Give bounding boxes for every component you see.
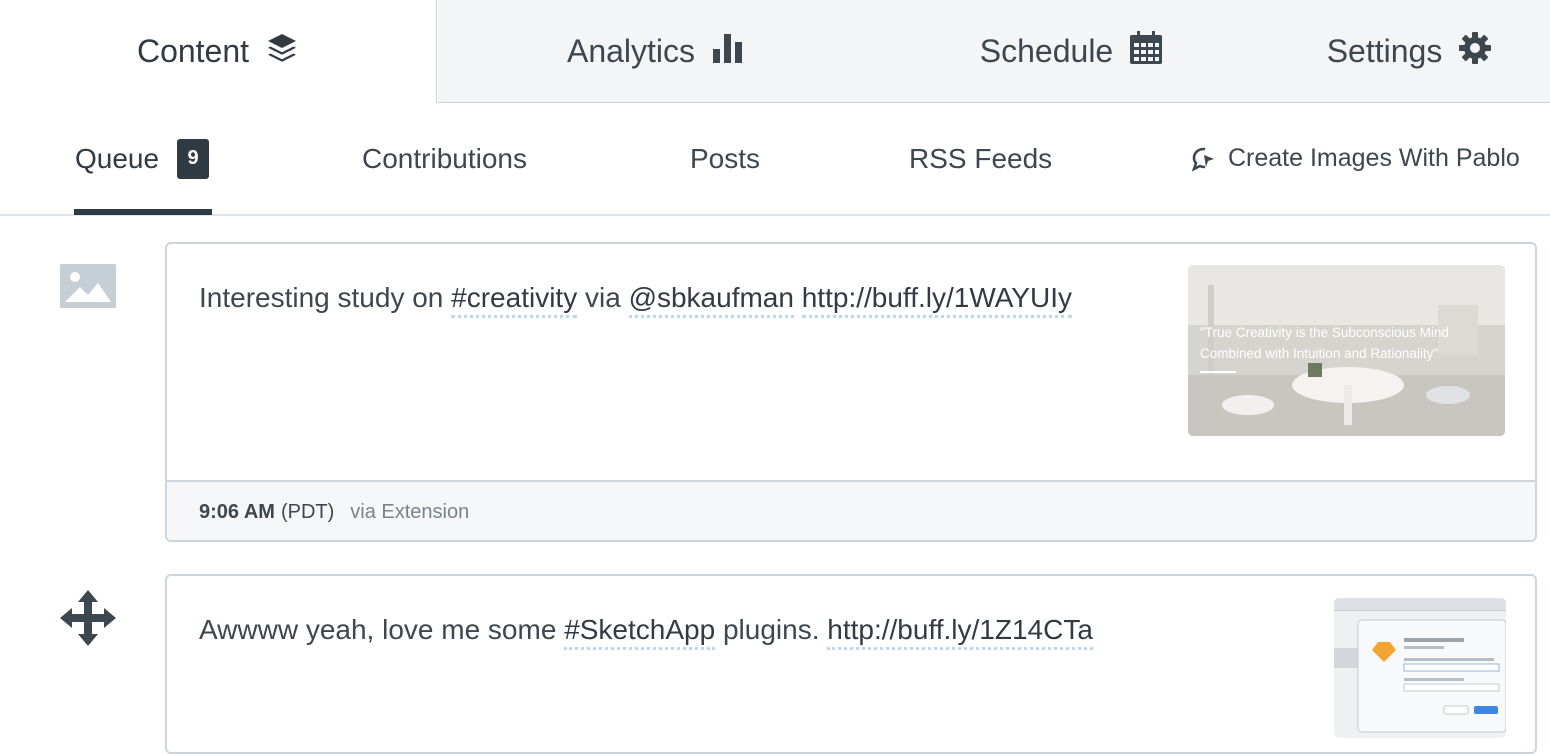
queued-post[interactable]: Interesting study on #creativity via @sb… (165, 242, 1537, 542)
tab-posts-label: Posts (690, 142, 761, 174)
sub-navigation: Queue 9 Contributions Posts RSS Feeds Cr… (0, 103, 1550, 216)
thumbnail-caption: "True Creativity is the Subconscious Min… (1200, 325, 1449, 361)
post-text: Awwww yeah, love me some #SketchApp plug… (199, 614, 1093, 650)
post-source: via Extension (350, 500, 470, 523)
tab-schedule[interactable]: Schedule (874, 0, 1269, 103)
queued-post[interactable]: Awwww yeah, love me some #SketchApp plug… (165, 574, 1537, 754)
top-navigation: Content Analytics Schedule Settings (0, 0, 1550, 103)
url-link[interactable]: http://buff.ly/1WAYUIy (801, 282, 1072, 318)
tab-contributions[interactable]: Contributions (362, 103, 527, 214)
post-text-segment: Interesting study on (199, 282, 452, 313)
hashtag-link[interactable]: #creativity (451, 282, 578, 318)
layers-icon (265, 31, 299, 73)
post-text-segment: via (577, 282, 629, 313)
create-images-pablo-link[interactable]: Create Images With Pablo (1190, 103, 1520, 214)
post-time: 9:06 AM (199, 500, 275, 523)
queue-count-badge: 9 (177, 138, 210, 179)
hashtag-link[interactable]: #SketchApp (564, 614, 716, 650)
post-thumbnail[interactable] (1334, 598, 1506, 738)
tab-rss-feeds[interactable]: RSS Feeds (909, 103, 1052, 214)
post-text-segment: plugins. (715, 614, 828, 645)
post-text: Interesting study on #creativity via @sb… (199, 282, 1072, 318)
tab-rss-feeds-label: RSS Feeds (909, 142, 1053, 174)
mention-link[interactable]: @sbkaufman (628, 282, 794, 318)
post-text-segment: Awwww yeah, love me some (199, 614, 565, 645)
post-text-segment (794, 282, 802, 313)
tab-contributions-label: Contributions (362, 142, 527, 174)
tab-content-label: Content (136, 33, 250, 69)
pablo-icon (1190, 145, 1218, 173)
gear-icon (1458, 31, 1492, 73)
tab-settings-label: Settings (1326, 33, 1443, 69)
calendar-icon (1129, 30, 1163, 73)
post-thumbnail[interactable]: "True Creativity is the Subconscious Min… (1188, 265, 1505, 436)
move-icon[interactable] (60, 590, 116, 646)
tab-schedule-label: Schedule (979, 33, 1114, 69)
tab-analytics-label: Analytics (566, 33, 696, 69)
post-timezone: (PDT) (280, 500, 335, 523)
active-tab-underline (74, 209, 212, 215)
pablo-link-label: Create Images With Pablo (1228, 144, 1520, 172)
bar-chart-icon (711, 31, 745, 73)
thumbnail-rule (1200, 371, 1236, 373)
post-footer: 9:06 AM (PDT) via Extension (167, 480, 1535, 540)
tab-queue-label: Queue (75, 142, 160, 174)
tab-settings[interactable]: Settings (1269, 0, 1550, 103)
tab-analytics[interactable]: Analytics (438, 0, 874, 103)
url-link[interactable]: http://buff.ly/1Z14CTa (827, 614, 1093, 650)
image-icon (60, 258, 116, 314)
tab-queue[interactable]: Queue 9 (75, 103, 210, 214)
tab-posts[interactable]: Posts (690, 103, 760, 214)
tab-content[interactable]: Content (0, 0, 437, 103)
